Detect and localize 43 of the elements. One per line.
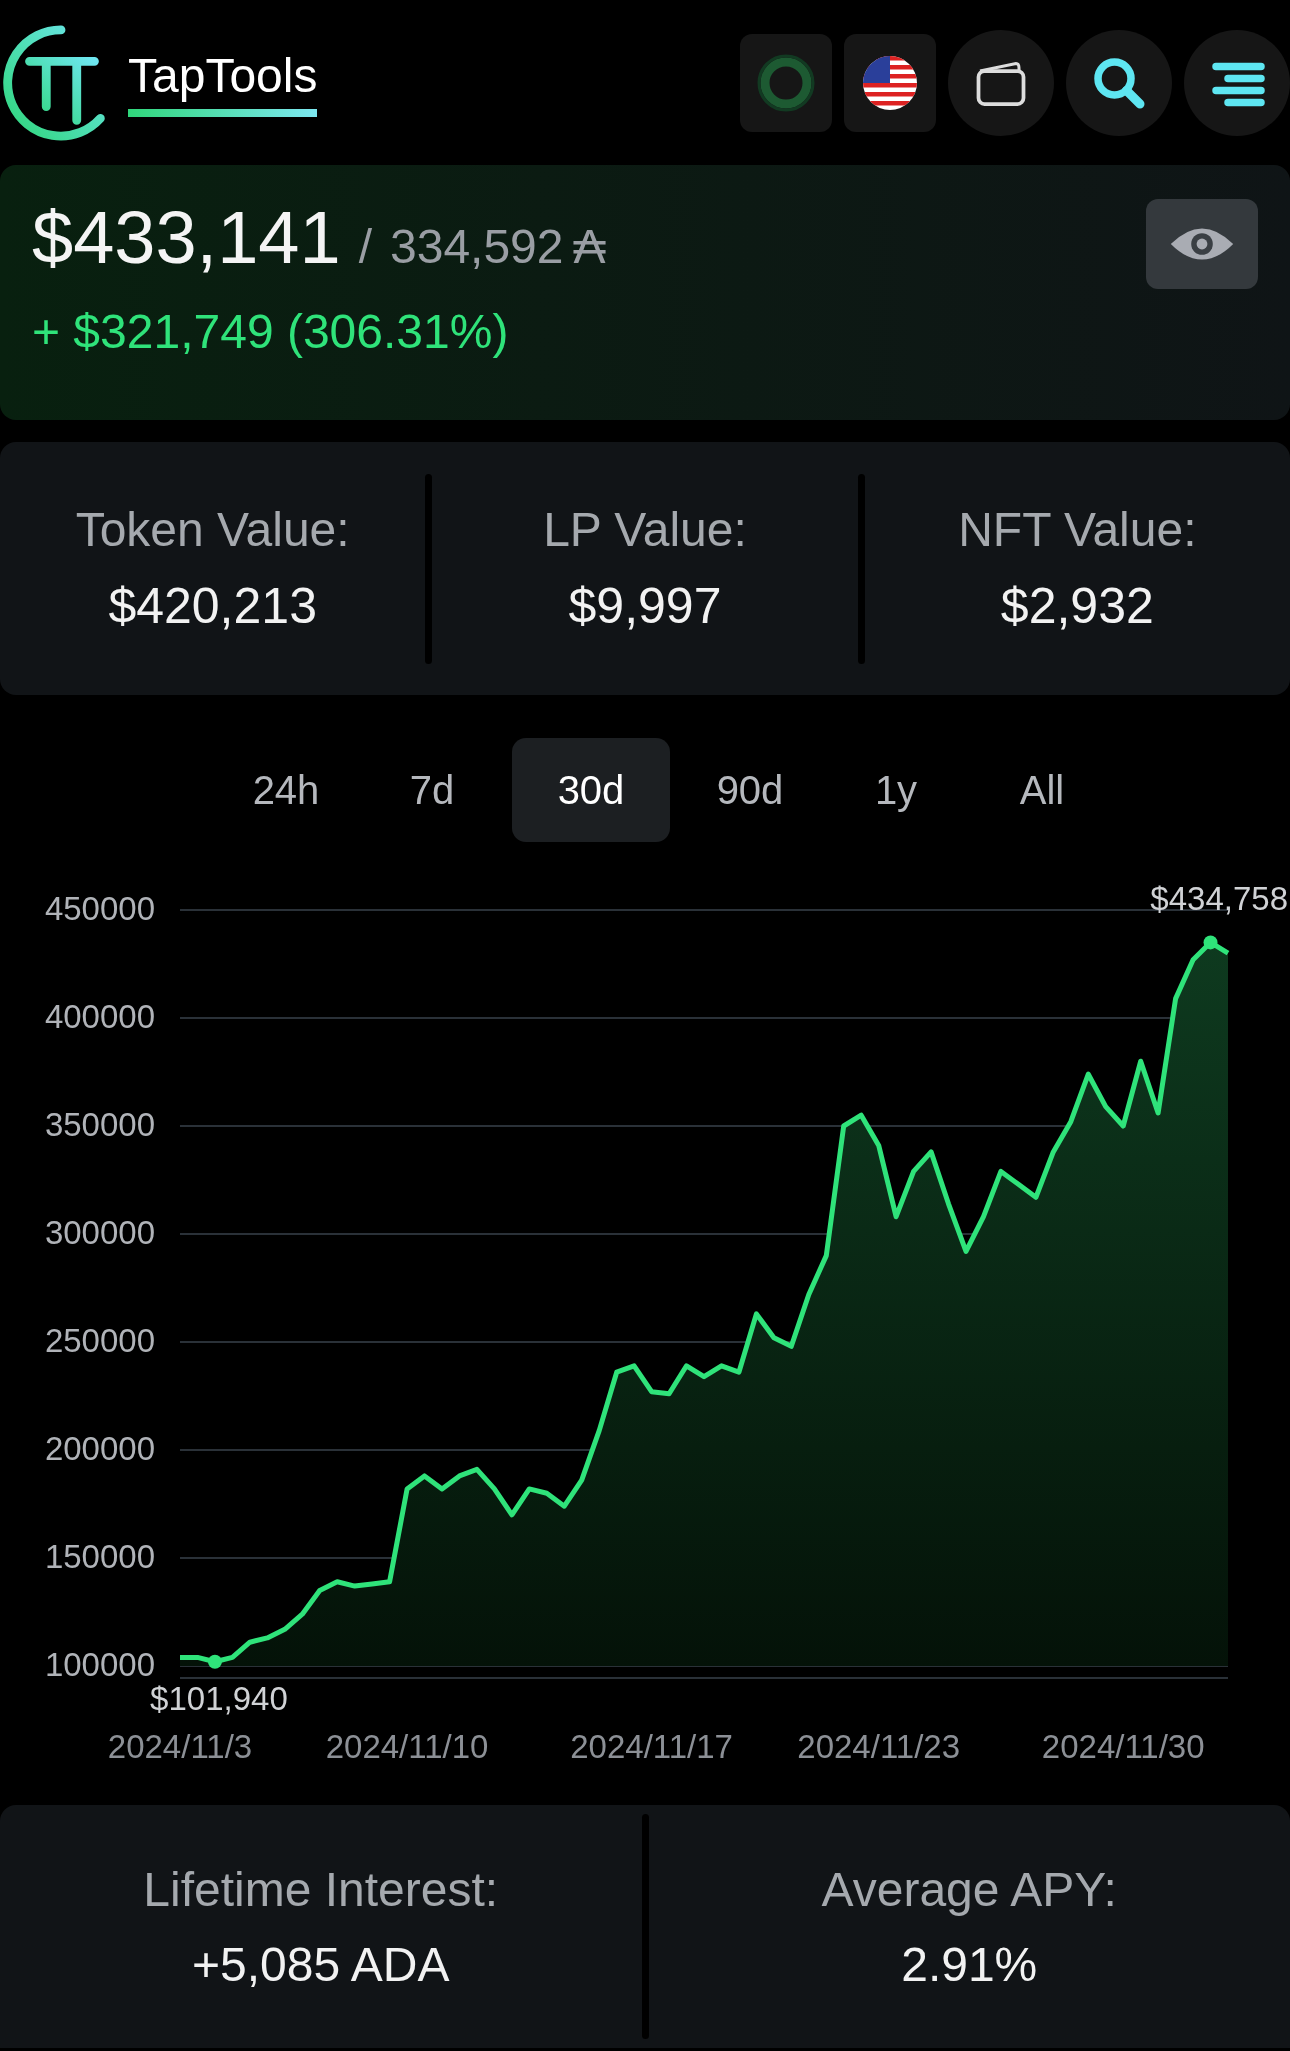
stat-value: 2.91% (901, 1936, 1038, 1992)
x-axis-label: 2024/11/10 (325, 1728, 489, 1765)
range-tab[interactable]: 90d (684, 738, 816, 842)
ada-value: 334,592 (390, 219, 564, 274)
value-annotation: $434,758 (1150, 880, 1288, 918)
flag-button[interactable] (844, 33, 936, 132)
logo-text: TapTools (128, 48, 318, 117)
visibility-button[interactable] (1146, 199, 1258, 289)
ada-symbol: ₳ (573, 219, 606, 274)
range-tab[interactable]: 7d (366, 738, 498, 842)
breakdown-label: Token Value: (75, 502, 350, 557)
stat-value: +5,085 ADA (192, 1936, 450, 1992)
x-axis-label: 2024/11/3 (107, 1728, 253, 1765)
status-button[interactable] (740, 33, 832, 132)
range-tab[interactable]: 1y (830, 738, 962, 842)
x-axis-label: 2024/11/30 (1041, 1728, 1205, 1765)
y-axis-label: 450000 (44, 890, 155, 927)
y-axis-label: 200000 (44, 1430, 155, 1467)
point-marker (207, 1654, 222, 1669)
value-change: + $321,749 (306.31%) (32, 304, 510, 359)
y-axis-label: 100000 (44, 1646, 155, 1683)
stat-label: Lifetime Interest: (143, 1861, 499, 1917)
y-axis-label: 400000 (44, 998, 155, 1035)
range-tab[interactable]: All (976, 738, 1108, 842)
x-axis-label: 2024/11/23 (797, 1728, 961, 1765)
y-axis-label: 300000 (44, 1214, 155, 1251)
breakdown-value: $2,932 (1000, 577, 1154, 635)
range-tab[interactable]: 30d (512, 738, 670, 842)
breakdown-value: $420,213 (108, 577, 317, 635)
y-axis-label: 350000 (44, 1106, 155, 1143)
value-annotation: $101,940 (150, 1680, 288, 1717)
stat-label: Average APY: (821, 1861, 1117, 1917)
ring-icon (756, 52, 816, 113)
breakdown-value: $9,997 (568, 577, 722, 635)
point-marker (1203, 935, 1218, 950)
breakdown-label: NFT Value: (958, 502, 1197, 557)
portfolio-value: $433,141 (32, 195, 341, 280)
range-tab[interactable]: 24h (220, 738, 352, 842)
x-axis-label: 2024/11/17 (570, 1728, 733, 1765)
y-axis-label: 150000 (44, 1538, 155, 1575)
separator: / (358, 219, 372, 274)
y-axis-label: 250000 (44, 1322, 155, 1359)
breakdown-label: LP Value: (543, 502, 747, 557)
